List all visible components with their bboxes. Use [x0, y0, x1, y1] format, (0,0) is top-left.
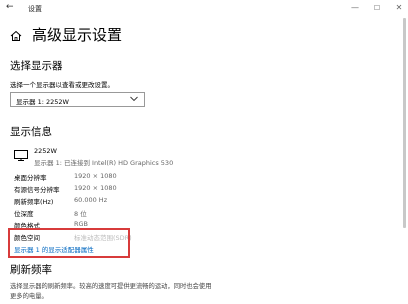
info-key: 有源信号分辨率: [14, 186, 60, 194]
monitor-icon: [14, 150, 28, 161]
display-dropdown[interactable]: 显示器 1: 2252W: [10, 92, 145, 107]
chevron-down-icon: [130, 96, 138, 102]
info-row-bit-depth: 位深度 8 位: [14, 208, 214, 218]
info-row-refresh-rate: 刷新频率(Hz) 60.000 Hz: [14, 196, 214, 206]
close-icon[interactable]: ✕: [390, 2, 408, 14]
refresh-rate-description-line2: 更多的电量。: [10, 293, 48, 300]
maximize-icon[interactable]: ☐: [368, 2, 386, 14]
home-icon[interactable]: [10, 30, 22, 42]
window-title: 设置: [28, 5, 42, 13]
page-title: 高级显示设置: [32, 26, 123, 44]
minimize-icon[interactable]: —: [346, 2, 364, 14]
select-display-prompt: 选择一个显示器以查看或更改设置。: [10, 81, 114, 89]
info-row-active-signal-resolution: 有源信号分辨率 1920 × 1080: [14, 184, 214, 194]
scrollbar[interactable]: [403, 18, 406, 228]
refresh-rate-description-line1: 选择显示器的刷新频率。较高的速度可提供更流畅的运动，同时也会使用: [10, 283, 212, 290]
info-value: 1920 × 1080: [74, 184, 117, 192]
info-row-desktop-resolution: 桌面分辨率 1920 × 1080: [14, 172, 214, 182]
info-value: 1920 × 1080: [74, 172, 117, 180]
info-key: 位深度: [14, 210, 34, 218]
info-value: 8 位: [74, 210, 87, 218]
refresh-rate-heading: 刷新频率: [10, 264, 52, 276]
info-value: RGB: [74, 220, 89, 228]
display-dropdown-value: 显示器 1: 2252W: [16, 98, 69, 106]
highlight-box: [8, 228, 130, 258]
display-info-heading: 显示信息: [10, 126, 52, 138]
select-display-heading: 选择显示器: [10, 60, 63, 72]
info-key: 刷新频率(Hz): [14, 198, 54, 206]
info-value: 60.000 Hz: [74, 196, 108, 204]
info-key: 桌面分辨率: [14, 174, 47, 182]
monitor-name: 2252W: [34, 147, 57, 155]
title-bar: ← 设置 — ☐ ✕: [0, 0, 408, 18]
back-arrow-icon[interactable]: ←: [6, 2, 14, 12]
monitor-connection: 显示器 1: 已连接到 Intel(R) HD Graphics 530: [34, 159, 174, 167]
